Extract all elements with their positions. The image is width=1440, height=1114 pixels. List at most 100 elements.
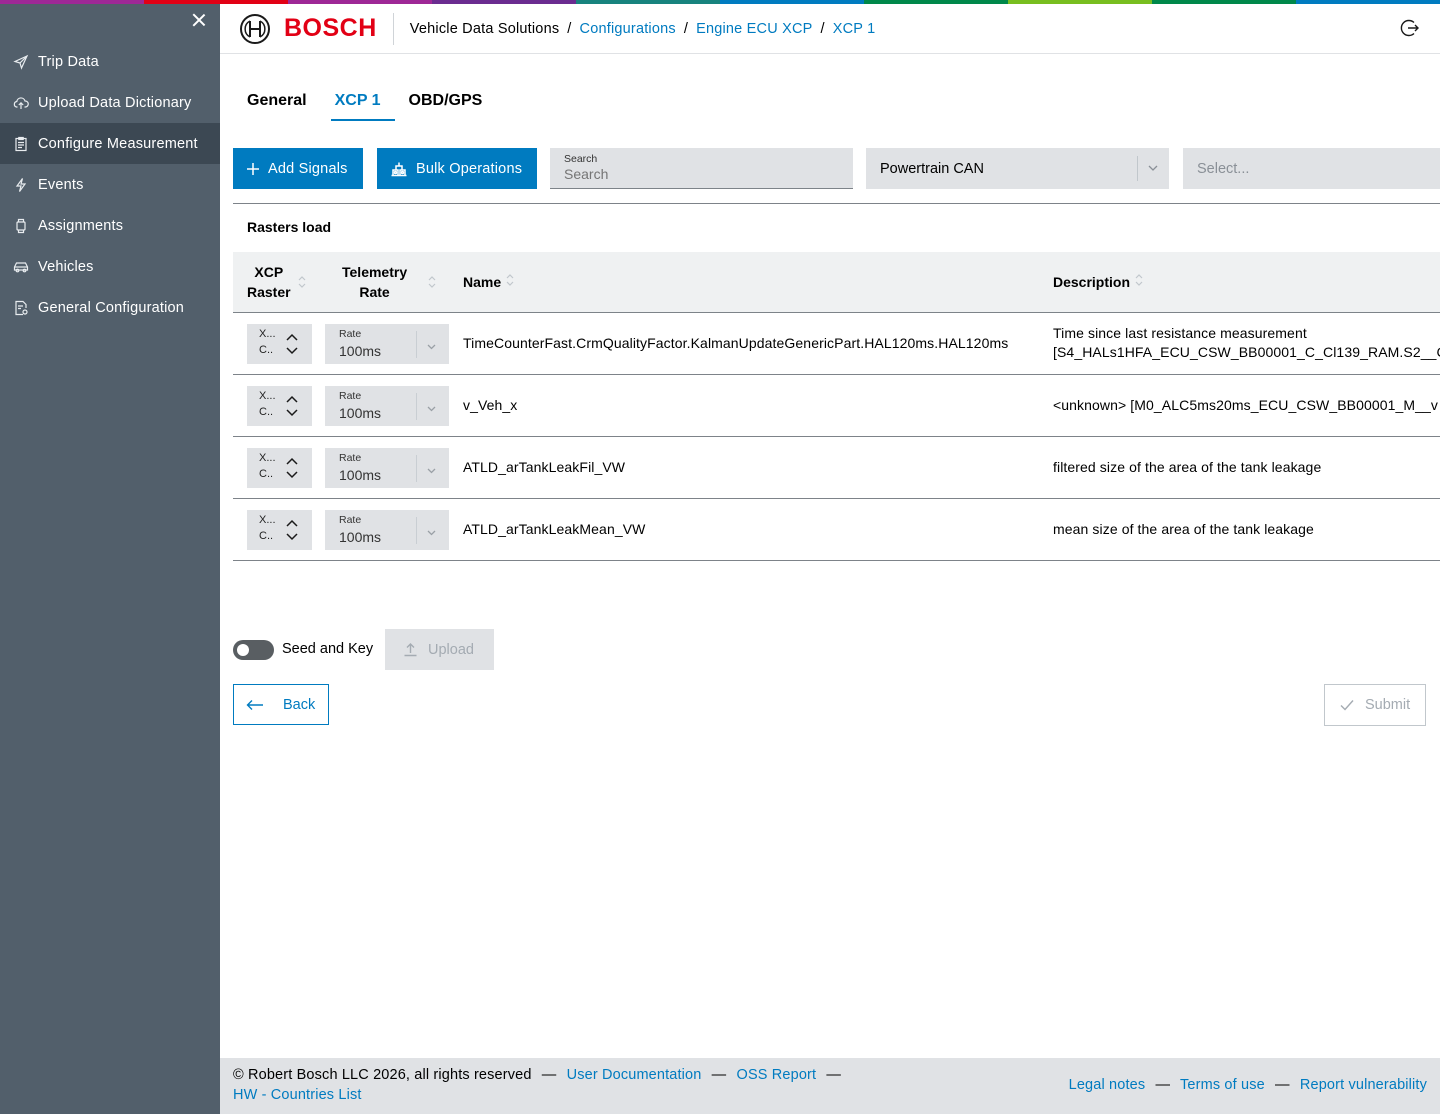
- rate-label: Rate: [339, 328, 362, 340]
- raster-stepper[interactable]: X... C..: [247, 448, 312, 488]
- footer-dash: —: [1275, 1077, 1290, 1093]
- table-row: X... C.. Rate 100ms TimeCounterFast.CrmQ…: [233, 313, 1440, 375]
- tab-general[interactable]: General: [233, 90, 321, 121]
- sidebar-item-label: Assignments: [38, 217, 124, 234]
- sidebar-item-upload-data-dictionary[interactable]: Upload Data Dictionary: [0, 82, 220, 123]
- sort-icon[interactable]: [297, 275, 307, 292]
- breadcrumb-xcp-1[interactable]: XCP 1: [833, 21, 876, 37]
- stepper-arrows-icon[interactable]: [285, 456, 299, 485]
- footer: © Robert Bosch LLC 2026, all rights rese…: [220, 1058, 1440, 1114]
- checkmark-icon: [1340, 700, 1354, 711]
- sidebar-item-events[interactable]: Events: [0, 164, 220, 205]
- column-header-name[interactable]: Name: [463, 273, 515, 290]
- oss-report-link[interactable]: OSS Report: [737, 1067, 817, 1083]
- rate-select[interactable]: Rate 100ms: [325, 448, 449, 488]
- select-divider: [416, 393, 417, 420]
- select-divider: [416, 517, 417, 544]
- section-divider: [233, 203, 1440, 204]
- rate-label: Rate: [339, 452, 362, 464]
- seed-and-key-toggle[interactable]: [233, 640, 274, 660]
- sidebar-item-assignments[interactable]: Assignments: [0, 205, 220, 246]
- raster-stepper[interactable]: X... C..: [247, 386, 312, 426]
- footer-right-links: Legal notes — Terms of use — Report vuln…: [1069, 1077, 1427, 1093]
- plus-icon: [246, 162, 260, 176]
- color-band-segment: [1152, 0, 1296, 4]
- back-label: Back: [283, 696, 316, 713]
- user-documentation-link[interactable]: User Documentation: [567, 1067, 702, 1083]
- sidebar-item-vehicles[interactable]: Vehicles: [0, 246, 220, 287]
- chevron-down-icon: [1147, 162, 1159, 178]
- column-header-telemetry-rate[interactable]: Telemetry Rate: [342, 262, 437, 302]
- breadcrumb-separator: /: [820, 20, 825, 37]
- breadcrumb-engine-ecu-xcp[interactable]: Engine ECU XCP: [696, 21, 812, 37]
- raster-stepper[interactable]: X... C..: [247, 510, 312, 550]
- bulk-operations-label: Bulk Operations: [416, 160, 523, 177]
- legal-notes-link[interactable]: Legal notes: [1069, 1077, 1146, 1093]
- sort-icon[interactable]: [505, 273, 515, 290]
- hw-countries-list-link[interactable]: HW - Countries List: [233, 1087, 362, 1103]
- search-field[interactable]: Search: [550, 148, 853, 189]
- select-divider: [416, 331, 417, 358]
- stepper-arrows-icon[interactable]: [285, 518, 299, 547]
- tab-obd-gps[interactable]: OBD/GPS: [395, 90, 497, 121]
- raster-stepper[interactable]: X... C..: [247, 324, 312, 364]
- tab-bar: General XCP 1 OBD/GPS: [233, 90, 496, 121]
- rate-select[interactable]: Rate 100ms: [325, 510, 449, 550]
- sidebar-item-trip-data[interactable]: Trip Data: [0, 41, 220, 82]
- sort-icon[interactable]: [427, 275, 437, 292]
- sidebar-item-label: Trip Data: [38, 53, 99, 70]
- table-header: XCP Raster Telemetry Rate Name Descripti…: [233, 252, 1440, 313]
- color-band-segment: [864, 0, 1008, 4]
- terms-of-use-link[interactable]: Terms of use: [1180, 1077, 1265, 1093]
- logout-icon[interactable]: [1398, 17, 1420, 39]
- add-signals-label: Add Signals: [268, 160, 348, 177]
- add-signals-button[interactable]: Add Signals: [233, 148, 363, 189]
- bus-select[interactable]: Powertrain CAN: [866, 148, 1169, 189]
- breadcrumb-separator: /: [567, 20, 572, 37]
- tab-xcp-1[interactable]: XCP 1: [321, 90, 395, 121]
- sidebar: Trip Data Upload Data Dictionary Configu…: [0, 0, 220, 1114]
- stepper-arrows-icon[interactable]: [285, 394, 299, 423]
- sidebar-nav: Trip Data Upload Data Dictionary Configu…: [0, 41, 220, 328]
- breadcrumb-root: Vehicle Data Solutions: [409, 20, 560, 37]
- rate-select[interactable]: Rate 100ms: [325, 324, 449, 364]
- breadcrumb-separator: /: [683, 20, 689, 37]
- section-title: Rasters load: [247, 219, 332, 235]
- copyright: © Robert Bosch LLC 2026, all rights rese…: [233, 1067, 532, 1083]
- raster-value: X...: [259, 452, 276, 464]
- app-header: BOSCH Vehicle Data Solutions / Configura…: [220, 4, 1440, 54]
- color-band-segment: [1008, 0, 1152, 4]
- raster-value: C..: [259, 468, 274, 480]
- rate-select[interactable]: Rate 100ms: [325, 386, 449, 426]
- sidebar-item-configure-measurement[interactable]: Configure Measurement: [0, 123, 220, 164]
- back-button[interactable]: Back: [233, 684, 329, 725]
- submit-button[interactable]: Submit: [1324, 684, 1426, 726]
- color-band-segment: [1296, 0, 1440, 4]
- bosch-logo: BOSCH: [240, 13, 377, 44]
- header-divider: [392, 12, 394, 45]
- stepper-arrows-icon[interactable]: [285, 332, 299, 361]
- sidebar-item-general-configuration[interactable]: General Configuration: [0, 287, 220, 328]
- cloud-upload-icon: [13, 95, 29, 111]
- column-header-description[interactable]: Description: [1053, 273, 1144, 290]
- close-icon[interactable]: [189, 10, 209, 30]
- breadcrumb-configurations[interactable]: Configurations: [580, 21, 676, 37]
- bulk-operations-button[interactable]: Bulk Operations: [377, 148, 537, 189]
- top-color-band: [0, 0, 1440, 4]
- rate-label: Rate: [339, 514, 362, 526]
- report-vulnerability-link[interactable]: Report vulnerability: [1300, 1077, 1427, 1093]
- sort-icon[interactable]: [1134, 273, 1144, 290]
- footer-dash: —: [1155, 1077, 1171, 1093]
- upload-button[interactable]: Upload: [385, 629, 494, 670]
- search-input[interactable]: [564, 166, 839, 182]
- chevron-down-icon: [426, 463, 437, 481]
- watch-icon: [13, 218, 29, 234]
- column-header-xcp-raster[interactable]: XCP Raster: [247, 262, 307, 302]
- lightning-icon: [13, 177, 29, 193]
- column-header-text: Name: [463, 273, 502, 290]
- second-select[interactable]: Select...: [1183, 148, 1440, 189]
- signal-description: Time since last resistance measurement […: [1053, 325, 1440, 360]
- column-header-text: XCP: [254, 264, 284, 280]
- signal-name: ATLD_arTankLeakFil_VW: [463, 459, 626, 475]
- sidebar-item-label: Events: [38, 176, 84, 193]
